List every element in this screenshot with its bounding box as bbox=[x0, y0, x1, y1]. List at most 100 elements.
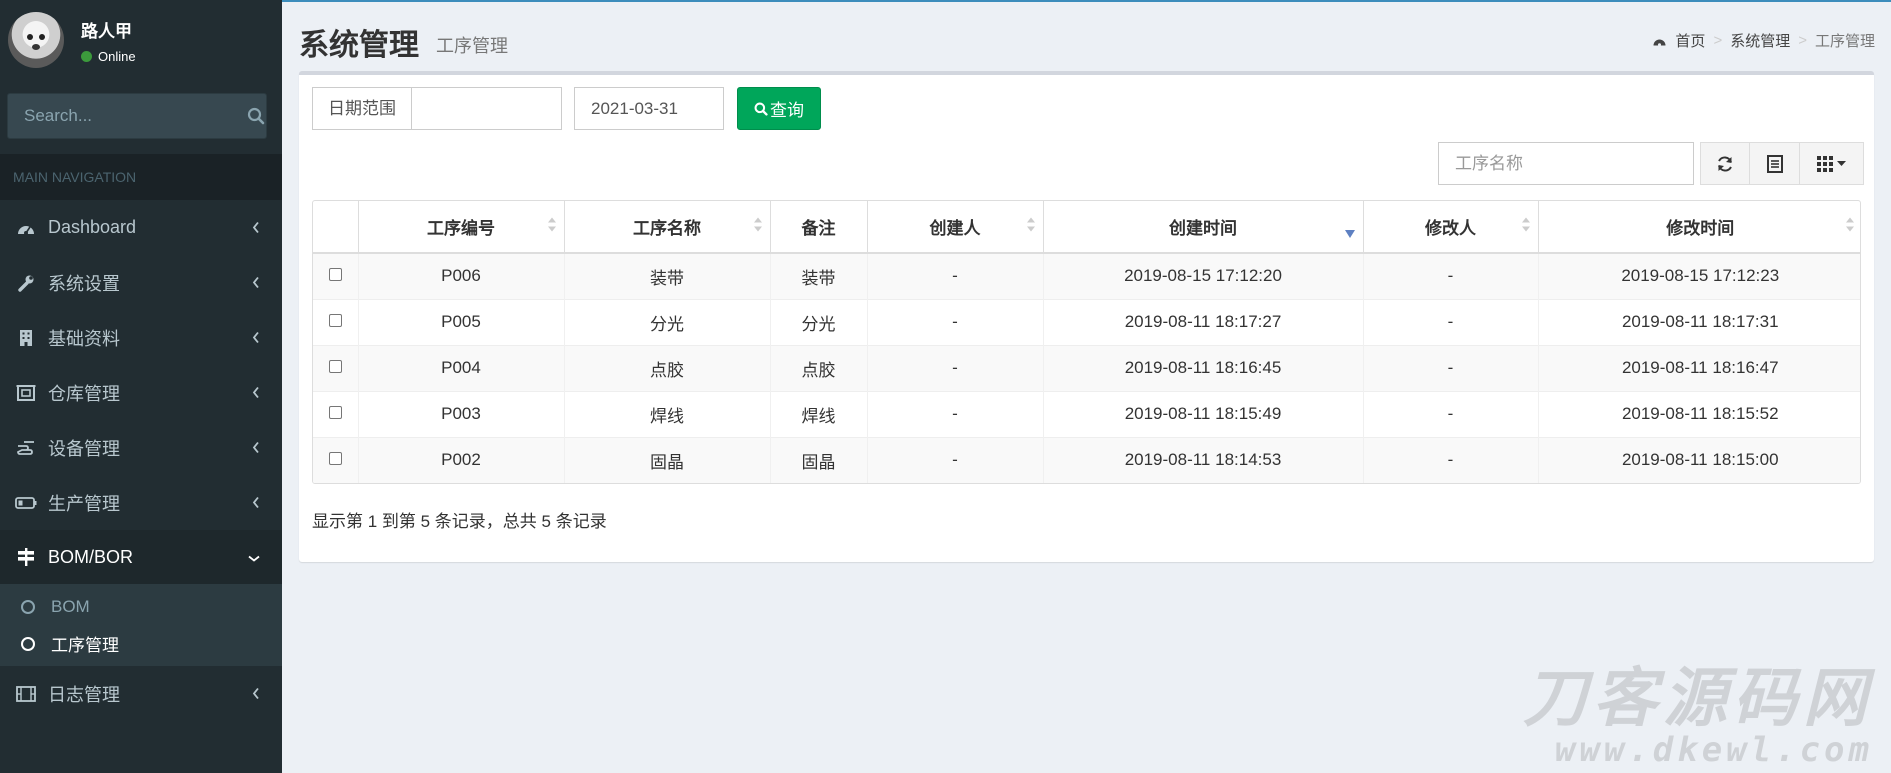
sidebar-item-dashboard[interactable]: Dashboard bbox=[0, 200, 282, 255]
submenu-item-label: BOM bbox=[51, 596, 90, 616]
user-status: Online bbox=[81, 49, 136, 64]
select-all-column bbox=[313, 201, 358, 254]
bom-submenu: BOM 工序管理 bbox=[0, 584, 282, 666]
table-cell: 2019-08-11 18:15:49 bbox=[1042, 390, 1363, 437]
table-toolbar bbox=[1438, 142, 1864, 185]
table-cell: 2019-08-11 18:15:52 bbox=[1537, 390, 1860, 437]
row-checkbox[interactable] bbox=[328, 268, 342, 282]
date-start-input[interactable] bbox=[412, 87, 562, 130]
circle-icon bbox=[21, 636, 35, 651]
sidebar-item-production[interactable]: 生产管理 bbox=[0, 475, 282, 530]
table-cell: - bbox=[1362, 344, 1538, 391]
column-header[interactable]: 修改人 bbox=[1362, 201, 1538, 254]
column-header: 备注 bbox=[769, 201, 867, 254]
row-checkbox[interactable] bbox=[328, 314, 342, 327]
column-header[interactable]: 创建时间 bbox=[1042, 201, 1363, 254]
watermark-url: www.dkewl.com bbox=[1554, 730, 1873, 770]
table-cell: 2019-08-11 18:16:45 bbox=[1042, 344, 1363, 391]
submenu-item-bom[interactable]: BOM bbox=[0, 588, 282, 625]
row-checkbox[interactable] bbox=[328, 360, 342, 373]
sidebar-item-label: 基础资料 bbox=[48, 328, 120, 349]
hand-icon bbox=[15, 437, 37, 459]
online-dot-icon bbox=[81, 51, 92, 62]
table-header-row: 工序编号 工序名称 备注 创建人 创建时间 修改人 修改时间 bbox=[313, 201, 1860, 254]
sidebar-item-system-settings[interactable]: 系统设置 bbox=[0, 255, 282, 310]
avatar[interactable] bbox=[8, 12, 64, 68]
table-cell: 分光 bbox=[769, 298, 867, 345]
page-title: 系统管理 bbox=[299, 29, 419, 62]
table-cell: P006 bbox=[357, 253, 564, 299]
sidebar-search bbox=[7, 93, 267, 139]
table-cell: 2019-08-15 17:12:23 bbox=[1537, 253, 1860, 299]
chevron-left-icon bbox=[252, 327, 260, 348]
process-table: 工序编号 工序名称 备注 创建人 创建时间 修改人 修改时间 P006 装带 装… bbox=[312, 200, 1861, 484]
watermark-title: 刀客源码网 bbox=[1523, 662, 1873, 734]
search-button[interactable] bbox=[245, 94, 266, 138]
breadcrumb-separator: > bbox=[1713, 32, 1723, 49]
refresh-button[interactable] bbox=[1700, 142, 1750, 185]
breadcrumb-system[interactable]: 系统管理 bbox=[1730, 30, 1790, 51]
sidebar-item-equipment[interactable]: 设备管理 bbox=[0, 420, 282, 475]
sort-both-icon bbox=[1521, 216, 1530, 237]
sidebar-item-bom-bor[interactable]: BOM/BOR bbox=[0, 530, 282, 584]
row-checkbox[interactable] bbox=[328, 406, 342, 419]
submenu-item-process-management[interactable]: 工序管理 bbox=[0, 625, 282, 662]
column-header[interactable]: 修改时间 bbox=[1537, 201, 1860, 254]
user-name: 路人甲 bbox=[81, 22, 132, 41]
row-checkbox[interactable] bbox=[328, 452, 342, 466]
sidebar: 路人甲 Online MAIN NAVIGATION Dashboard 系统设… bbox=[0, 0, 282, 773]
process-name-search-input[interactable] bbox=[1438, 142, 1694, 185]
sort-both-icon bbox=[1846, 216, 1854, 237]
column-header[interactable]: 工序名称 bbox=[563, 201, 770, 254]
process-list-box: 日期范围 查询 工序编号 工序 bbox=[299, 71, 1874, 562]
chevron-left-icon bbox=[252, 272, 260, 293]
sort-both-icon bbox=[1026, 216, 1035, 237]
table-cell: 2019-08-15 17:12:20 bbox=[1042, 253, 1363, 299]
table-cell: P002 bbox=[357, 436, 564, 483]
table-row: P005 分光 分光 - 2019-08-11 18:17:27 - 2019-… bbox=[313, 298, 1860, 345]
sidebar-item-label: 系统设置 bbox=[48, 273, 120, 294]
table-cell: - bbox=[1362, 298, 1538, 345]
table-cell: P003 bbox=[357, 390, 564, 437]
table-cell: 焊线 bbox=[563, 390, 770, 437]
columns-dropdown-button[interactable] bbox=[1800, 142, 1864, 185]
chevron-left-icon bbox=[252, 382, 260, 403]
table-cell: 2019-08-11 18:17:31 bbox=[1537, 298, 1860, 345]
content-header: 系统管理 工序管理 首页 > 系统管理 > 工序管理 bbox=[282, 0, 1891, 72]
table-cell: - bbox=[866, 436, 1043, 483]
date-end-input[interactable] bbox=[574, 87, 724, 130]
sidebar-item-label: 仓库管理 bbox=[48, 383, 120, 404]
breadcrumb-home[interactable]: 首页 bbox=[1675, 30, 1705, 51]
sidebar-item-warehouse[interactable]: 仓库管理 bbox=[0, 365, 282, 420]
query-button-label: 查询 bbox=[770, 101, 804, 120]
search-icon bbox=[247, 107, 264, 125]
query-button[interactable]: 查询 bbox=[737, 87, 821, 130]
grid-icon bbox=[1817, 155, 1833, 172]
building-icon bbox=[15, 327, 37, 349]
refresh-icon bbox=[1718, 155, 1732, 172]
table-cell: 分光 bbox=[563, 298, 770, 345]
chevron-down-icon bbox=[248, 547, 260, 568]
table-cell: 焊线 bbox=[769, 390, 867, 437]
breadcrumb: 首页 > 系统管理 > 工序管理 bbox=[1652, 30, 1875, 51]
sidebar-search-input[interactable] bbox=[8, 94, 245, 138]
sidebar-item-label: Dashboard bbox=[48, 217, 137, 237]
list-view-icon bbox=[1766, 154, 1783, 173]
toggle-view-button[interactable] bbox=[1750, 142, 1800, 185]
sidebar-item-basic-data[interactable]: 基础资料 bbox=[0, 310, 282, 365]
table-cell: 点胶 bbox=[563, 344, 770, 391]
table-cell: P005 bbox=[357, 298, 564, 345]
column-header[interactable]: 工序编号 bbox=[357, 201, 564, 254]
sidebar-item-log-management[interactable]: 日志管理 bbox=[0, 666, 282, 721]
table-cell: 装带 bbox=[769, 253, 867, 299]
sidebar-item-label: 生产管理 bbox=[48, 493, 120, 514]
breadcrumb-current: 工序管理 bbox=[1814, 33, 1875, 50]
table-cell: - bbox=[1362, 253, 1538, 299]
sidebar-item-label: BOM/BOR bbox=[48, 546, 134, 567]
table-cell: 2019-08-11 18:17:27 bbox=[1042, 298, 1363, 345]
column-header[interactable]: 创建人 bbox=[866, 201, 1043, 254]
table-row: P003 焊线 焊线 - 2019-08-11 18:15:49 - 2019-… bbox=[313, 390, 1860, 437]
page-subtitle: 工序管理 bbox=[436, 36, 508, 56]
battery-icon bbox=[15, 492, 37, 514]
dashboard-icon bbox=[1653, 39, 1666, 46]
